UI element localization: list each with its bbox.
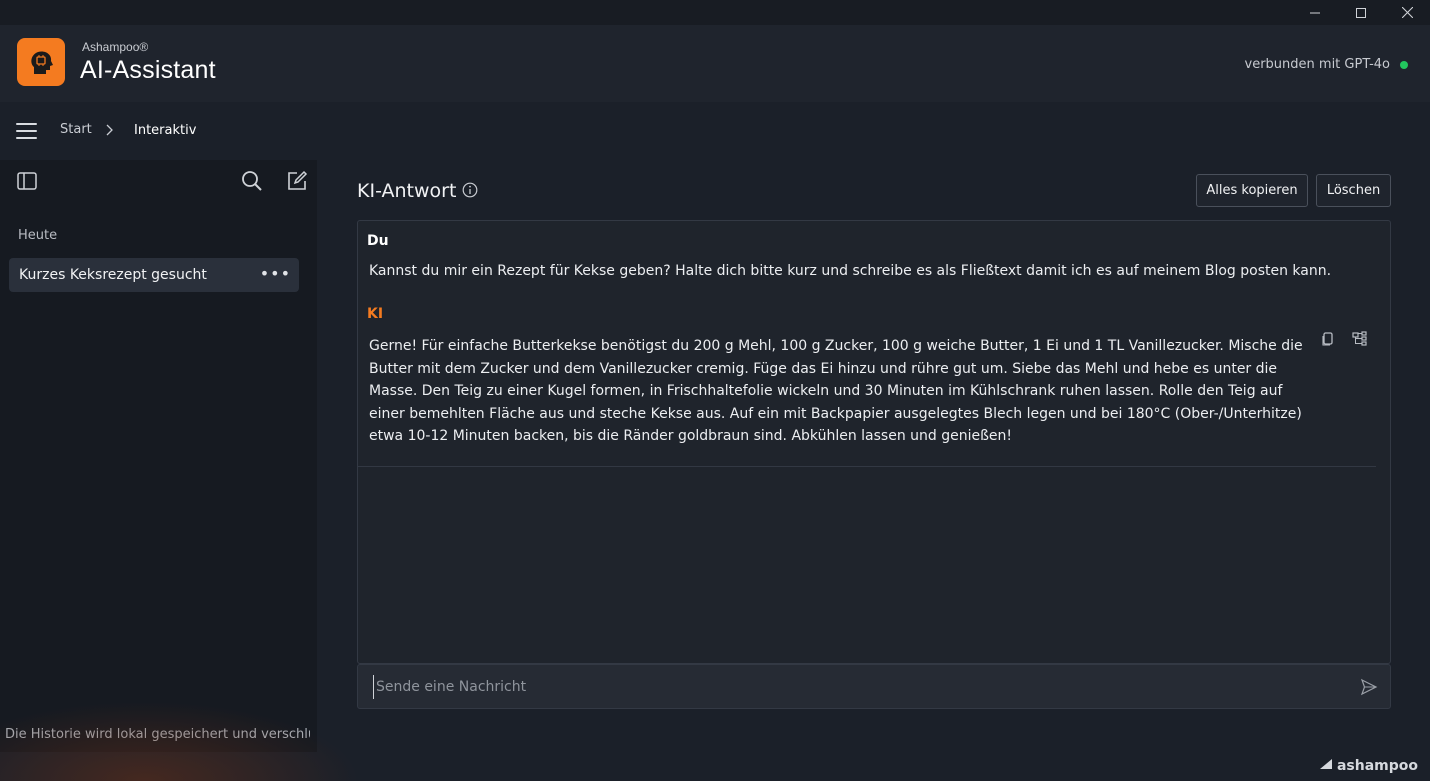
connection-status-text: verbunden mit GPT-4o	[1244, 57, 1390, 72]
minimize-icon[interactable]	[1292, 0, 1338, 25]
copy-icon[interactable]	[1320, 331, 1336, 347]
chevron-right-icon	[106, 122, 114, 141]
navbar: Start Interaktiv	[0, 102, 1430, 159]
ai-message: Gerne! Für einfache Butterkekse benötigs…	[369, 338, 1303, 445]
footer-brand: ashampoo	[1319, 757, 1418, 775]
search-icon[interactable]	[241, 170, 263, 192]
more-options-icon[interactable]: •••	[260, 264, 291, 283]
status-dot-icon	[1400, 60, 1408, 69]
copy-all-button[interactable]: Alles kopieren	[1196, 174, 1308, 207]
user-label: Du	[367, 233, 389, 249]
user-message: Kannst du mir ein Rezept für Kekse geben…	[369, 263, 1332, 279]
history-item[interactable]: Kurzes Keksrezept gesucht •••	[9, 258, 299, 292]
maximize-icon[interactable]	[1338, 0, 1384, 25]
footer-brand-icon	[1319, 757, 1333, 775]
history-section-label: Heute	[18, 228, 58, 243]
history-sidebar: Heute Kurzes Keksrezept gesucht ••• Die …	[0, 160, 317, 752]
connection-status: verbunden mit GPT-4o	[1245, 57, 1408, 72]
message-input[interactable]	[373, 675, 1338, 699]
breadcrumb-current: Interaktiv	[134, 123, 197, 138]
share-structure-icon[interactable]	[1352, 331, 1368, 347]
sidebar-toggle-icon[interactable]	[16, 170, 38, 192]
history-footer-note: Die Historie wird lokal gespeichert und …	[5, 727, 310, 742]
breadcrumb-start[interactable]: Start	[60, 122, 92, 137]
chat-panel: Du Kannst du mir ein Rezept für Kekse ge…	[357, 220, 1391, 664]
app-title: AI-Assistant	[80, 56, 216, 84]
info-icon[interactable]	[462, 182, 478, 198]
app-logo-icon	[17, 38, 65, 86]
delete-button[interactable]: Löschen	[1316, 174, 1391, 207]
new-chat-icon[interactable]	[286, 170, 308, 192]
send-icon[interactable]	[1360, 678, 1378, 696]
footer-brand-text: ashampoo	[1336, 758, 1418, 774]
ai-label: KI	[367, 306, 384, 322]
message-composer	[357, 664, 1391, 709]
app-header: Ashampoo® AI-Assistant verbunden mit GPT…	[0, 25, 1430, 102]
page-title: KI-Antwort	[357, 180, 457, 202]
message-divider	[358, 466, 1376, 467]
close-icon[interactable]	[1384, 0, 1430, 25]
menu-icon[interactable]	[16, 123, 37, 139]
window-titlebar	[0, 0, 1430, 25]
brand-vendor: Ashampoo®	[82, 40, 149, 54]
history-item-label: Kurzes Keksrezept gesucht	[19, 267, 207, 283]
